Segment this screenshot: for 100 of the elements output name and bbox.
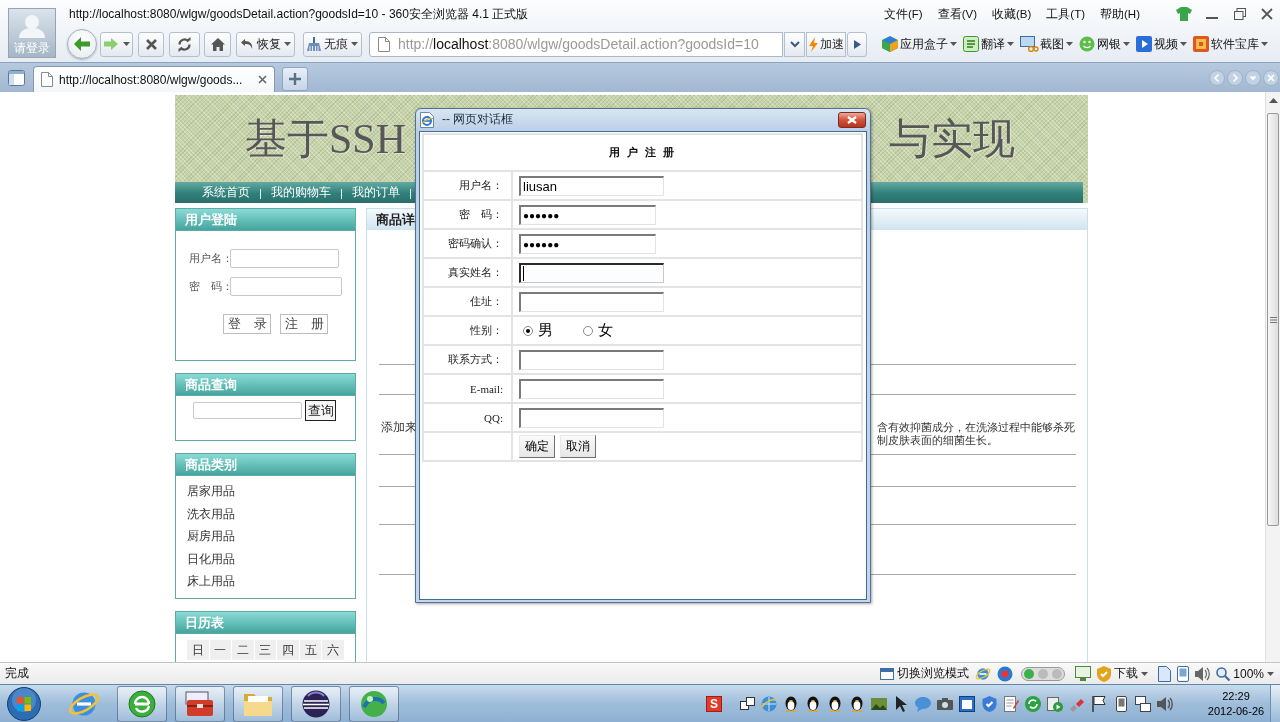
extension-button[interactable]: 翻译 bbox=[963, 36, 1014, 52]
flag-icon[interactable] bbox=[1092, 695, 1106, 712]
refresh-icon[interactable] bbox=[1025, 695, 1041, 712]
confirm-button[interactable]: 确定 bbox=[519, 435, 555, 458]
back-button[interactable] bbox=[67, 29, 97, 59]
close-button[interactable] bbox=[838, 111, 866, 128]
input-method-button[interactable]: S bbox=[706, 695, 722, 712]
home-button[interactable] bbox=[204, 31, 231, 57]
input-field[interactable] bbox=[519, 262, 664, 283]
speed-up-button[interactable]: 加速 bbox=[806, 31, 846, 57]
incognito-button[interactable]: 无痕 bbox=[303, 31, 362, 57]
nav-link[interactable]: 我的购物车 bbox=[271, 185, 331, 200]
grip-icon bbox=[1269, 316, 1277, 323]
taskbar-button[interactable] bbox=[291, 685, 341, 722]
browser-tab[interactable]: http://localhost:8080/wlgw/goods... bbox=[33, 66, 275, 92]
password-field[interactable] bbox=[230, 277, 342, 296]
register-button[interactable]: 注 册 bbox=[280, 314, 328, 334]
weekday-cell: 日 bbox=[187, 640, 209, 660]
speaker-icon[interactable] bbox=[1157, 696, 1173, 711]
gender-radio[interactable]: 男 bbox=[523, 321, 553, 340]
address-dropdown-button[interactable] bbox=[784, 31, 805, 57]
radio-icon[interactable] bbox=[523, 325, 533, 336]
address-field[interactable]: http://localhost:8080/wlgw/goodsDetail.action?goodsId=10 bbox=[369, 31, 783, 57]
taskbar-button[interactable] bbox=[175, 685, 225, 722]
input-field[interactable] bbox=[519, 349, 664, 370]
panel-header: 日历表 bbox=[175, 611, 356, 633]
menu-item[interactable]: 帮助(H) bbox=[1100, 6, 1140, 22]
category-link[interactable]: 床上用品 bbox=[176, 570, 235, 593]
caret-icon bbox=[351, 42, 358, 46]
vertical-scrollbar[interactable] bbox=[1265, 92, 1280, 662]
category-link[interactable]: 居家用品 bbox=[176, 480, 235, 503]
scroll-up-arrow-icon[interactable] bbox=[1268, 98, 1278, 103]
camera-icon[interactable] bbox=[937, 697, 953, 710]
sidebar-icon[interactable] bbox=[8, 70, 25, 86]
extension-button[interactable]: 应用盒子 bbox=[882, 36, 957, 52]
cancel-button[interactable]: 取消 bbox=[560, 435, 596, 458]
overlapping-windows-icon[interactable] bbox=[739, 697, 755, 710]
play-icon bbox=[1136, 36, 1152, 52]
shirt-icon[interactable] bbox=[1176, 7, 1192, 21]
new-tab-button[interactable] bbox=[282, 67, 308, 91]
close-icon[interactable] bbox=[1261, 8, 1273, 20]
search-button[interactable]: 查询 bbox=[305, 400, 336, 421]
penguin-icon[interactable] bbox=[785, 695, 797, 712]
toggle-icon[interactable] bbox=[1021, 666, 1066, 681]
menu-item[interactable]: 工具(T) bbox=[1046, 6, 1086, 22]
show-desktop-button[interactable] bbox=[1270, 685, 1280, 722]
nav-link[interactable]: 我的订单 bbox=[352, 185, 400, 200]
media-player-icon[interactable] bbox=[1047, 695, 1063, 712]
window-icon[interactable] bbox=[959, 695, 975, 712]
extension-button[interactable]: 软件宝库 bbox=[1193, 36, 1268, 52]
password-field[interactable]: ●●●●●● bbox=[519, 204, 656, 225]
menu-item[interactable]: 文件(F) bbox=[883, 6, 923, 22]
penguin-icon[interactable] bbox=[807, 695, 819, 712]
search-field[interactable] bbox=[193, 402, 302, 419]
scrollbar-thumb[interactable] bbox=[1267, 113, 1279, 526]
input-field[interactable] bbox=[519, 291, 664, 312]
browser-icon[interactable] bbox=[975, 665, 992, 682]
stop-button[interactable] bbox=[138, 31, 164, 57]
password-field[interactable]: ●●●●●● bbox=[519, 233, 656, 254]
network-icon[interactable] bbox=[1135, 695, 1151, 712]
phone-icon[interactable] bbox=[1177, 665, 1190, 682]
go-button[interactable] bbox=[847, 31, 867, 57]
menu-item[interactable]: 收藏(B) bbox=[992, 6, 1032, 22]
extension-button[interactable]: 网银 bbox=[1079, 36, 1130, 52]
extension-button[interactable]: 视频 bbox=[1136, 36, 1187, 52]
menu-item[interactable]: 查看(V) bbox=[937, 6, 977, 22]
input-field[interactable]: liusan bbox=[519, 175, 664, 196]
box-icon bbox=[1193, 36, 1209, 52]
category-link[interactable]: 日化用品 bbox=[176, 547, 235, 570]
penguin-icon[interactable] bbox=[851, 695, 863, 712]
start-button[interactable] bbox=[7, 686, 41, 721]
magnifier-icon bbox=[1216, 666, 1231, 681]
shield-icon[interactable] bbox=[981, 695, 997, 712]
close-icon[interactable] bbox=[258, 75, 267, 84]
monitor-icon[interactable] bbox=[1075, 666, 1092, 681]
restore-window-icon[interactable] bbox=[1234, 8, 1246, 20]
gender-radio[interactable]: 女 bbox=[583, 321, 613, 340]
field-label: 用户名： bbox=[189, 251, 230, 266]
category-link[interactable]: 洗衣用品 bbox=[176, 502, 235, 525]
phone-icon[interactable] bbox=[1115, 695, 1127, 712]
username-field[interactable] bbox=[230, 249, 339, 268]
notepad-icon[interactable] bbox=[1003, 695, 1019, 712]
nav-link[interactable]: 系统首页 bbox=[202, 185, 250, 200]
login-button[interactable]: 登 录 bbox=[223, 314, 271, 334]
input-field[interactable] bbox=[519, 407, 664, 428]
radio-icon[interactable] bbox=[583, 325, 593, 336]
input-field[interactable] bbox=[519, 378, 664, 399]
refresh-button[interactable] bbox=[169, 31, 200, 57]
zoom-button[interactable]: 100% bbox=[1216, 666, 1274, 681]
speaker-icon[interactable] bbox=[1195, 666, 1211, 681]
pointer-icon[interactable] bbox=[895, 695, 907, 712]
target-icon[interactable] bbox=[997, 665, 1014, 682]
document-icon[interactable] bbox=[1158, 665, 1172, 682]
restore-button[interactable]: 恢复 bbox=[236, 31, 295, 57]
picture-icon[interactable] bbox=[871, 697, 887, 710]
view-mode-button[interactable]: 切换浏览模式 bbox=[880, 665, 970, 682]
category-link[interactable]: 厨房用品 bbox=[176, 525, 235, 548]
download-button[interactable]: 下载 bbox=[1097, 665, 1149, 682]
penguin-icon[interactable] bbox=[829, 695, 841, 712]
extension-button[interactable]: 截图 bbox=[1020, 36, 1073, 52]
